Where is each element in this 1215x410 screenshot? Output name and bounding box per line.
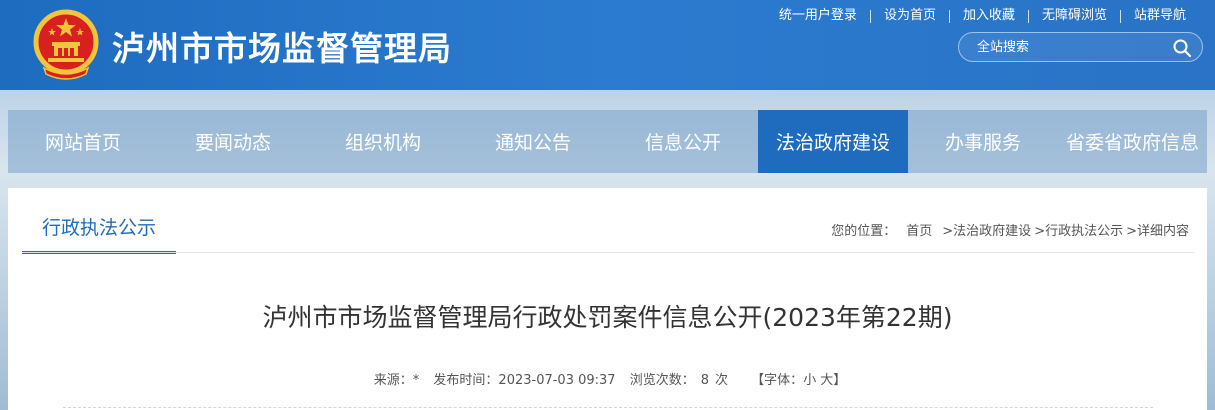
search-icon[interactable] xyxy=(1172,38,1192,58)
divider xyxy=(22,252,1194,253)
nav-item-rule-of-law[interactable]: 法治政府建设 xyxy=(758,110,908,173)
site-header: 泸州市市场监督管理局 统一用户登录 设为首页 加入收藏 无障碍浏览 站群导航 xyxy=(0,0,1215,90)
font-size-label-end: 】 xyxy=(833,373,847,388)
views-count: 8 xyxy=(700,373,710,388)
set-homepage-link[interactable]: 设为首页 xyxy=(871,6,949,26)
publish-time: 发布时间：2023-07-03 09:37 xyxy=(433,373,616,388)
breadcrumb: 您的位置： 首页 >法治政府建设 >行政执法公示 >详细内容 xyxy=(831,220,1189,239)
breadcrumb-item-enforcement[interactable]: >行政执法公示 xyxy=(1034,220,1123,239)
views-unit: 次 xyxy=(715,373,729,388)
top-links: 统一用户登录 设为首页 加入收藏 无障碍浏览 站群导航 xyxy=(766,6,1199,26)
content-panel: 行政执法公示 您的位置： 首页 >法治政府建设 >行政执法公示 >详细内容 泸州… xyxy=(8,188,1207,410)
main-nav: 网站首页 要闻动态 组织机构 通知公告 信息公开 法治政府建设 办事服务 省委省… xyxy=(8,110,1207,173)
nav-item-organization[interactable]: 组织机构 xyxy=(308,110,458,173)
nav-item-notices[interactable]: 通知公告 xyxy=(458,110,608,173)
accessibility-link[interactable]: 无障碍浏览 xyxy=(1029,6,1120,26)
search-box xyxy=(958,32,1203,62)
article-meta: 来源：* 发布时间：2023-07-03 09:37 浏览次数： 8 次 【字体：小… xyxy=(8,369,1207,388)
nav-item-news[interactable]: 要闻动态 xyxy=(158,110,308,173)
search-input[interactable] xyxy=(977,38,1167,56)
nav-item-info-disclosure[interactable]: 信息公开 xyxy=(608,110,758,173)
article-title: 泸州市市场监督管理局行政处罚案件信息公开(2023年第22期) xyxy=(262,303,953,332)
breadcrumb-item-detail: >详细内容 xyxy=(1126,224,1189,239)
site-group-nav-link[interactable]: 站群导航 xyxy=(1121,6,1199,26)
breadcrumb-item-home[interactable]: 首页 xyxy=(906,220,932,239)
login-link[interactable]: 统一用户登录 xyxy=(766,6,870,26)
site-title: 泸州市市场监督管理局 xyxy=(112,29,452,68)
section-title[interactable]: 行政执法公示 xyxy=(22,210,177,254)
breadcrumb-item-rule-of-law[interactable]: >法治政府建设 xyxy=(942,220,1031,239)
views-label: 浏览次数： xyxy=(629,373,695,388)
divider xyxy=(63,407,1153,408)
source-label: 来源：* xyxy=(373,373,420,388)
add-favorite-link[interactable]: 加入收藏 xyxy=(950,6,1028,26)
nav-item-home[interactable]: 网站首页 xyxy=(8,110,158,173)
font-size-label: 【字体： xyxy=(751,373,804,388)
breadcrumb-label: 您的位置： xyxy=(831,224,897,239)
nav-item-provincial-info[interactable]: 省委省政府信息 xyxy=(1058,110,1207,173)
font-large-button[interactable]: 大 xyxy=(820,373,833,388)
national-emblem-icon xyxy=(33,9,99,80)
font-small-button[interactable]: 小 xyxy=(803,373,816,388)
nav-item-services[interactable]: 办事服务 xyxy=(908,110,1058,173)
